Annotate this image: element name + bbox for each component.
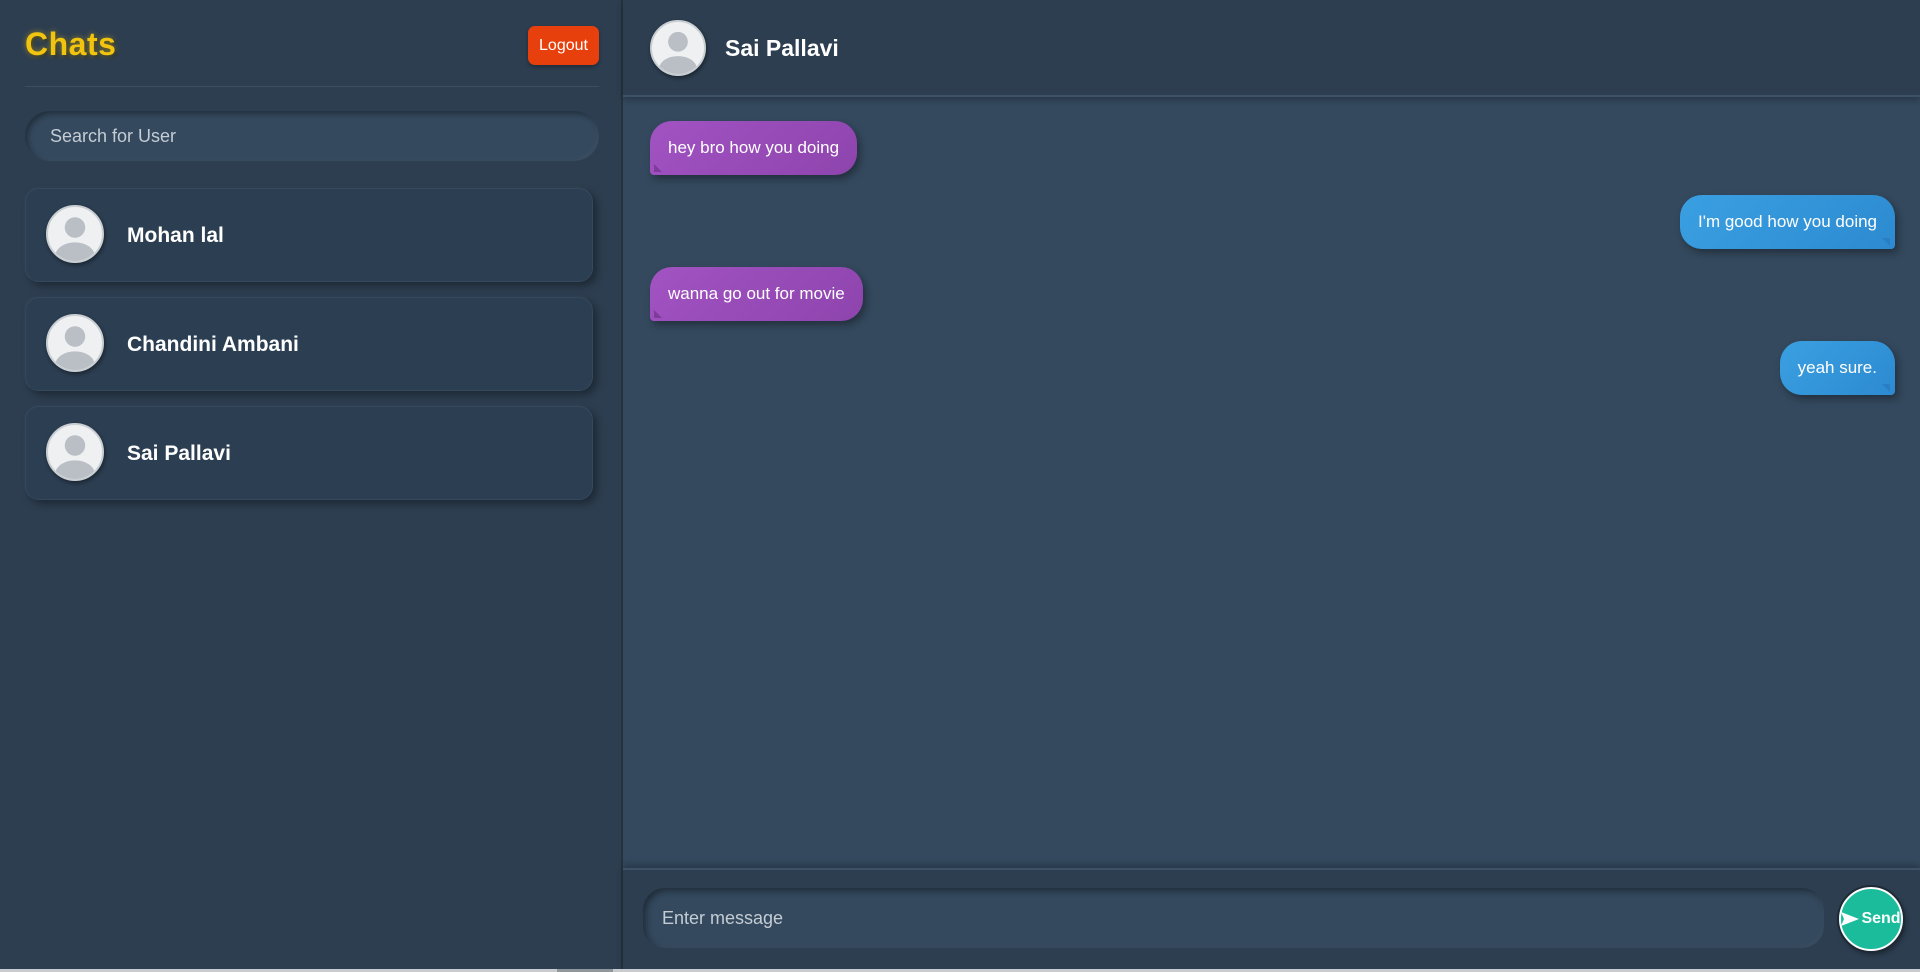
message-composer: Send: [623, 868, 1920, 972]
send-label: Send: [1861, 910, 1901, 927]
user-name: Sai Pallavi: [127, 442, 231, 465]
user-item-chandini-ambani[interactable]: Chandini Ambani: [25, 297, 593, 391]
message-bubble-incoming: wanna go out for movie: [650, 267, 863, 321]
message-bubble-incoming: hey bro how you doing: [650, 121, 858, 175]
user-item-sai-pallavi[interactable]: Sai Pallavi: [25, 406, 593, 500]
user-avatar-icon: [46, 205, 104, 263]
chat-contact-name: Sai Pallavi: [725, 35, 839, 61]
message-bubble-outgoing: I'm good how you doing: [1679, 195, 1895, 249]
send-arrow-icon: [1841, 912, 1860, 926]
user-name: Chandini Ambani: [127, 333, 299, 356]
search-input[interactable]: [25, 111, 599, 161]
user-avatar-icon: [46, 314, 104, 372]
send-button[interactable]: Send: [1839, 887, 1903, 951]
message-bubble-outgoing: yeah sure.: [1779, 341, 1895, 395]
sidebar: Chats Logout Mohan lal Chandini Ambani: [0, 0, 623, 972]
user-avatar-icon: [650, 20, 706, 76]
message-input-box: [643, 888, 1824, 948]
message-list: hey bro how you doing I'm good how you d…: [623, 95, 1920, 870]
chat-app: Chats Logout Mohan lal Chandini Ambani: [0, 0, 1920, 972]
user-avatar-icon: [46, 423, 104, 481]
user-item-mohan-lal[interactable]: Mohan lal: [25, 188, 593, 282]
sidebar-header: Chats Logout: [25, 0, 599, 87]
message-input[interactable]: [643, 888, 1824, 948]
user-list: Mohan lal Chandini Ambani Sai Pallavi: [25, 188, 593, 515]
search-box: [25, 111, 599, 161]
chat-panel: Sai Pallavi hey bro how you doing I'm go…: [623, 0, 1920, 972]
user-name: Mohan lal: [127, 224, 224, 247]
chat-header: Sai Pallavi: [623, 0, 1920, 97]
logout-button[interactable]: Logout: [528, 26, 599, 65]
sidebar-title: Chats: [25, 26, 117, 62]
